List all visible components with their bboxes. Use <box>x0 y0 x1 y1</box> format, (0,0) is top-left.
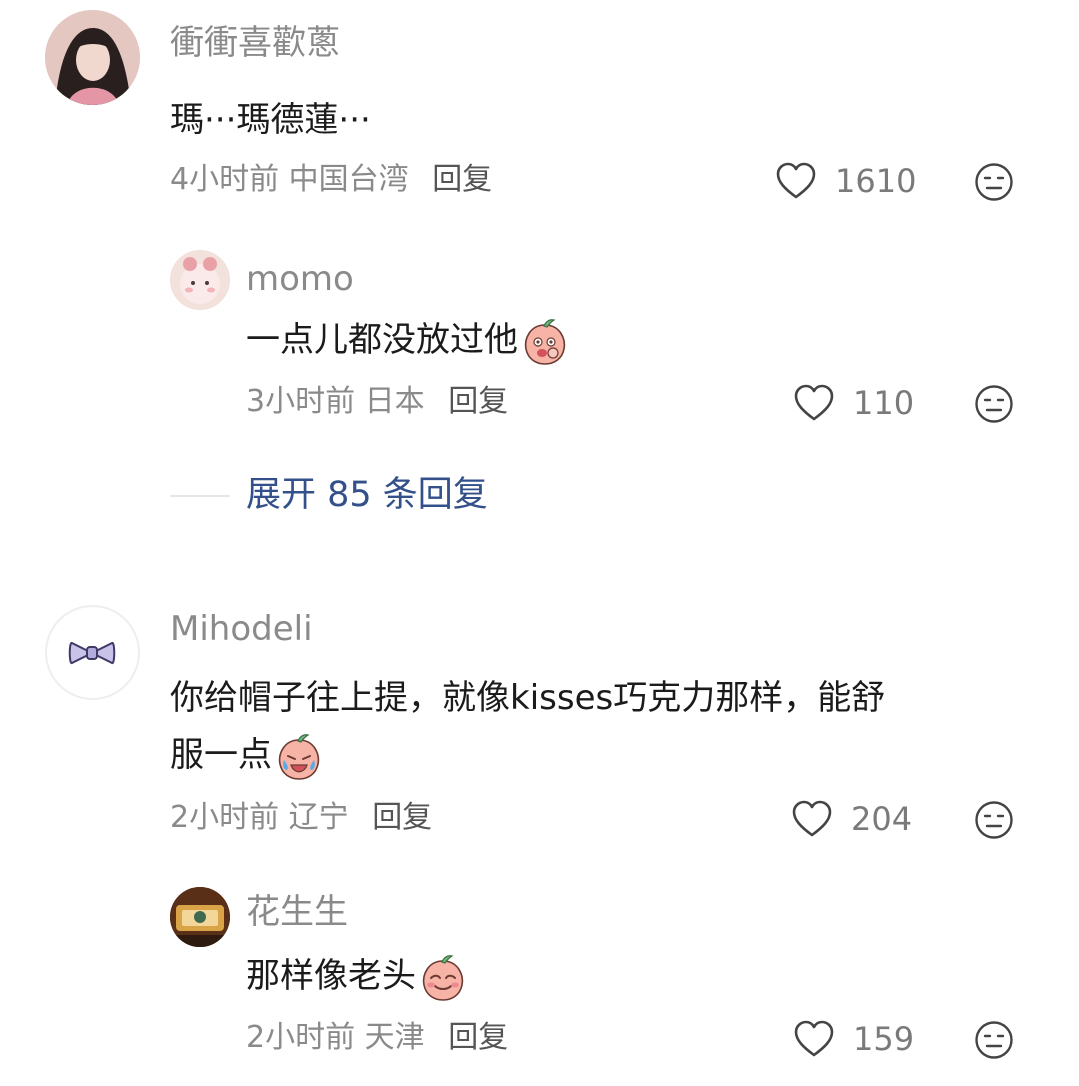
username[interactable]: 衝衝喜歡蔥 <box>170 26 340 60</box>
avatar-photo <box>170 887 230 947</box>
like-count: 1610 <box>835 162 917 200</box>
neutral-face-icon[interactable] <box>974 162 1014 202</box>
peach-emoji <box>524 318 566 365</box>
avatar[interactable] <box>45 605 140 700</box>
comment-text-row: 服一点 <box>170 727 324 783</box>
neutral-face-icon[interactable] <box>974 1020 1014 1060</box>
comment-text: 你给帽子往上提，就像kisses巧克力那样，能舒 <box>170 678 886 718</box>
peach-emoji <box>278 733 320 780</box>
comment-text-row: 一点儿都没放过他 <box>246 312 570 368</box>
like-button[interactable]: 1610 <box>775 161 916 201</box>
comment-text: 瑪···瑪德蓮··· <box>170 100 371 140</box>
comment-text: 一点儿都没放过他 <box>246 320 518 360</box>
comment-text: 服一点 <box>170 735 272 775</box>
username[interactable]: Mihodeli <box>170 612 313 646</box>
avatar[interactable] <box>170 250 230 310</box>
location: 辽宁 <box>288 800 349 835</box>
heart-outline-icon <box>776 162 816 199</box>
timestamp: 3小时前 <box>246 384 356 419</box>
comment-meta: 4小时前 中国台湾 回复 <box>170 165 492 195</box>
comment-text: 那样像老头 <box>246 956 416 996</box>
peach-emoji <box>422 954 464 1001</box>
comment-meta: 2小时前 天津 回复 <box>246 1023 508 1053</box>
avatar[interactable] <box>45 10 140 105</box>
reply-button[interactable]: 回复 <box>372 800 432 835</box>
neutral-face-icon[interactable] <box>974 800 1014 840</box>
comment-meta: 2小时前 辽宁 回复 <box>170 803 432 833</box>
reply-button[interactable]: 回复 <box>448 1020 508 1055</box>
expand-replies-button[interactable]: 展开 85 条回复 <box>246 478 488 513</box>
expand-divider <box>170 495 230 497</box>
bow-avatar-icon <box>68 641 116 665</box>
username[interactable]: momo <box>246 262 354 296</box>
username[interactable]: 花生生 <box>246 895 348 929</box>
like-count: 110 <box>853 384 915 422</box>
heart-outline-icon <box>792 800 832 837</box>
timestamp: 4小时前 <box>170 162 280 197</box>
timestamp: 2小时前 <box>246 1020 356 1055</box>
reply-button[interactable]: 回复 <box>432 162 492 197</box>
heart-outline-icon <box>794 1020 834 1057</box>
like-button[interactable]: 159 <box>793 1019 914 1059</box>
avatar-photo <box>45 10 140 105</box>
avatar[interactable] <box>170 887 230 947</box>
like-count: 159 <box>853 1020 915 1058</box>
location: 天津 <box>364 1020 425 1055</box>
comment-meta: 3小时前 日本 回复 <box>246 387 508 417</box>
comment-text-row: 那样像老头 <box>246 948 468 1004</box>
timestamp: 2小时前 <box>170 800 280 835</box>
location: 中国台湾 <box>288 162 409 197</box>
avatar-photo <box>170 250 230 310</box>
like-button[interactable]: 204 <box>791 799 912 839</box>
reply-button[interactable]: 回复 <box>448 384 508 419</box>
location: 日本 <box>364 384 425 419</box>
like-count: 204 <box>851 800 913 838</box>
neutral-face-icon[interactable] <box>974 384 1014 424</box>
heart-outline-icon <box>794 384 834 421</box>
like-button[interactable]: 110 <box>793 383 914 423</box>
